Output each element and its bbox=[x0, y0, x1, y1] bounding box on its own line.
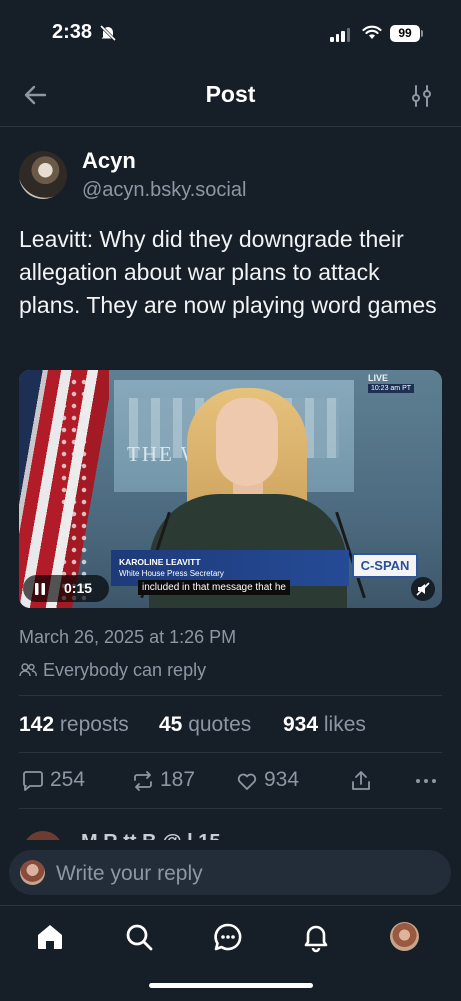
composer-avatar bbox=[20, 860, 45, 885]
repost-icon bbox=[134, 771, 152, 791]
post-timestamp: March 26, 2025 at 1:26 PM bbox=[19, 627, 237, 647]
header: Post bbox=[0, 66, 461, 127]
chyron-title: White House Press Secretary bbox=[119, 569, 224, 578]
post-text: Leavitt: Why did they downgrade their al… bbox=[19, 226, 437, 318]
post-actions: 254 187 934 bbox=[19, 752, 442, 809]
battery-indicator: 99 bbox=[390, 25, 420, 42]
repost-button[interactable]: 187 bbox=[131, 768, 211, 794]
home-icon bbox=[38, 925, 62, 949]
speaker-muted-icon bbox=[416, 582, 430, 596]
quotes-count: 45 bbox=[159, 713, 183, 736]
video-player[interactable]: THE WH USE W LIVE 10:23 am PT KAROLINE L… bbox=[19, 370, 442, 608]
sliders-icon[interactable] bbox=[410, 84, 434, 108]
likes-stat[interactable]: 934 likes bbox=[283, 713, 366, 737]
more-options-button[interactable] bbox=[414, 768, 440, 794]
share-icon bbox=[352, 771, 370, 790]
flag-stars bbox=[59, 376, 91, 601]
page-title: Post bbox=[205, 81, 256, 107]
reply-button[interactable]: 254 bbox=[21, 768, 91, 794]
quotes-stat[interactable]: 45 quotes bbox=[159, 713, 251, 737]
people-icon bbox=[19, 663, 37, 677]
likes-count: 934 bbox=[283, 713, 319, 736]
status-bar: 2:38 99 bbox=[0, 0, 461, 66]
speaker-face bbox=[216, 398, 278, 486]
search-icon bbox=[126, 924, 153, 951]
video-caption: included in that message that he bbox=[138, 580, 290, 595]
reply-icon bbox=[23, 771, 43, 791]
reply-avatar bbox=[23, 831, 63, 840]
reply-input[interactable] bbox=[54, 859, 438, 889]
author-display-name[interactable]: Acyn bbox=[82, 148, 136, 174]
reply-setting-label[interactable]: Everybody can reply bbox=[43, 660, 206, 681]
chyron-name: KAROLINE LEAVITT bbox=[119, 557, 201, 567]
network-logo: C-SPAN bbox=[352, 553, 418, 578]
reply-preview[interactable]: M R tt B @ l 15 bbox=[19, 826, 442, 840]
mute-button[interactable] bbox=[411, 577, 435, 601]
reply-count: 254 bbox=[50, 768, 86, 791]
battery-nub bbox=[421, 30, 423, 37]
tab-chat[interactable] bbox=[212, 921, 244, 953]
reply-composer[interactable] bbox=[9, 850, 451, 895]
likes-label: likes bbox=[323, 713, 366, 736]
tab-notifications[interactable] bbox=[300, 921, 332, 953]
status-time: 2:38 bbox=[52, 21, 93, 43]
reposts-stat[interactable]: 142 reposts bbox=[19, 713, 129, 737]
wifi-icon bbox=[362, 25, 382, 39]
tab-search[interactable] bbox=[123, 921, 155, 953]
live-time: 10:23 am PT bbox=[368, 384, 414, 393]
reposts-label: reposts bbox=[59, 713, 129, 736]
tab-profile-avatar[interactable] bbox=[390, 922, 419, 951]
like-button[interactable]: 934 bbox=[235, 768, 315, 794]
tab-home[interactable] bbox=[34, 921, 66, 953]
ellipsis-icon bbox=[416, 779, 436, 783]
live-label: LIVE bbox=[368, 373, 389, 383]
post-author[interactable]: Acyn @acyn.bsky.social bbox=[19, 148, 442, 208]
video-elapsed-time: 0:15 bbox=[64, 580, 93, 596]
home-indicator bbox=[149, 983, 313, 988]
reposts-count: 142 bbox=[19, 713, 55, 736]
cellular-signal-icon bbox=[330, 28, 350, 42]
share-button[interactable] bbox=[349, 768, 375, 794]
bell-icon bbox=[304, 925, 328, 953]
like-count: 934 bbox=[264, 768, 300, 791]
pause-icon[interactable] bbox=[34, 582, 46, 596]
author-avatar[interactable] bbox=[19, 151, 67, 199]
engagement-stats: 142 reposts 45 quotes 934 likes bbox=[19, 695, 442, 753]
chat-icon bbox=[214, 923, 242, 951]
repost-count: 187 bbox=[160, 768, 196, 791]
reply-preview-text: M R tt B @ l 15 bbox=[81, 831, 221, 840]
bell-off-icon bbox=[99, 24, 117, 42]
author-handle[interactable]: @acyn.bsky.social bbox=[82, 179, 246, 202]
heart-icon bbox=[237, 773, 257, 790]
quotes-label: quotes bbox=[188, 713, 252, 736]
